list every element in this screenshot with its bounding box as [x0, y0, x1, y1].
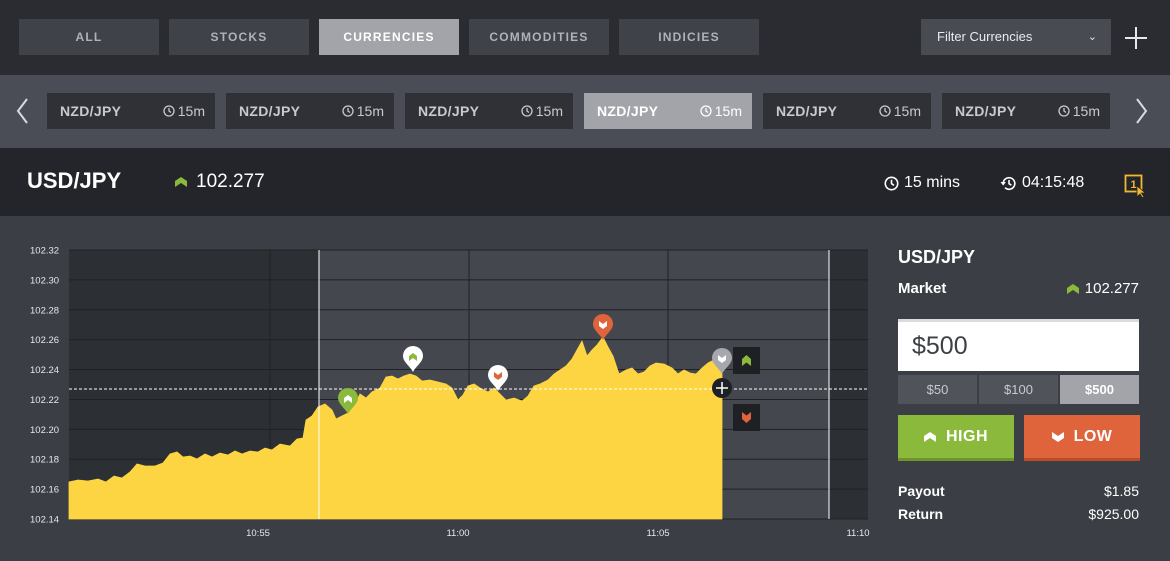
pair-tab[interactable]: NZD/JPY 15m — [226, 93, 394, 129]
payout-label: Payout — [898, 483, 945, 499]
clock-icon — [163, 105, 175, 117]
pair-expiry: 15m — [521, 93, 563, 129]
up-arrow-icon — [1066, 283, 1079, 294]
preset-100-button[interactable]: $100 — [979, 375, 1058, 404]
y-tick-label: 102.24 — [30, 365, 59, 376]
high-label: HIGH — [946, 427, 988, 445]
category-bar: ALL STOCKS CURRENCIES COMMODITIES INDICI… — [0, 0, 1170, 75]
pair-time: 15m — [177, 103, 205, 119]
pair-tab[interactable]: NZD/JPY 15m — [405, 93, 573, 129]
pair-name: NZD/JPY — [239, 103, 301, 119]
tab-all[interactable]: ALL — [19, 19, 159, 55]
pair-name: NZD/JPY — [60, 103, 122, 119]
chevron-left-icon[interactable] — [8, 93, 38, 129]
x-tick-label: 11:00 — [446, 528, 469, 539]
pair-tab-active[interactable]: NZD/JPY 15m — [584, 93, 752, 129]
chevron-right-icon[interactable] — [1126, 93, 1156, 129]
pair-time: 15m — [714, 103, 742, 119]
countdown: 04:15:48 — [1000, 174, 1084, 192]
pair-expiry: 15m — [342, 93, 384, 129]
return-value: $925.00 — [1088, 506, 1139, 522]
y-tick-label: 102.18 — [30, 455, 59, 466]
expiry-duration: 15 mins — [884, 174, 960, 192]
instrument-header: USD/JPY 102.277 15 mins 04:15:48 1 — [0, 148, 1170, 216]
return-label: Return — [898, 506, 944, 522]
expiry-duration-value: 15 mins — [904, 174, 961, 191]
y-tick-label: 102.28 — [30, 305, 59, 316]
pair-name: NZD/JPY — [418, 103, 480, 119]
x-tick-label: 11:10 — [846, 528, 869, 539]
clock-icon — [884, 176, 899, 190]
price-chart[interactable]: 102.32 102.30 102.28 102.26 102.24 102.22 102.… — [0, 216, 880, 561]
low-button[interactable]: LOW — [1024, 415, 1140, 461]
y-axis-labels: 102.32 102.30 102.28 102.26 102.24 102.22 102.… — [30, 246, 59, 526]
tab-currencies[interactable]: CURRENCIES — [319, 19, 459, 55]
pair-time: 15m — [356, 103, 384, 119]
trade-panel: USD/JPY Market 102.277 $50 $100 $500 HIG… — [898, 216, 1140, 561]
chevron-down-icon: ⌄ — [1087, 31, 1097, 43]
badge-number: 1 — [1130, 179, 1136, 191]
pair-name: NZD/JPY — [776, 103, 838, 119]
clock-icon — [342, 105, 354, 117]
pair-strip: NZD/JPY 15m NZD/JPY 15m NZD/JPY 15m NZD/… — [0, 75, 1170, 148]
y-tick-label: 102.30 — [30, 275, 59, 286]
filter-label: Filter Currencies — [937, 29, 1033, 44]
pair-time: 15m — [1072, 103, 1100, 119]
clock-icon — [1058, 105, 1070, 117]
current-price-crosshair[interactable] — [712, 378, 732, 398]
tab-commodities[interactable]: COMMODITIES — [469, 19, 609, 55]
y-tick-label: 102.26 — [30, 335, 59, 346]
payout-value: $1.85 — [1103, 483, 1139, 499]
pair-tab[interactable]: NZD/JPY 15m — [763, 93, 931, 129]
chart-low-button[interactable] — [733, 404, 760, 431]
pair-name: NZD/JPY — [597, 103, 659, 119]
market-price: 102.277 — [1066, 280, 1139, 297]
countdown-value: 04:15:48 — [1022, 174, 1085, 191]
clock-icon — [879, 105, 891, 117]
pair-time: 15m — [893, 103, 921, 119]
instrument-price: 102.277 — [175, 171, 265, 193]
down-arrow-icon — [1051, 431, 1064, 442]
up-arrow-icon — [924, 431, 936, 442]
y-tick-label: 102.16 — [30, 485, 59, 496]
high-button[interactable]: HIGH — [898, 415, 1014, 461]
market-label: Market — [898, 280, 947, 297]
pair-expiry: 15m — [1058, 93, 1100, 129]
x-axis-labels: 10:55 11:00 11:05 11:10 — [246, 528, 869, 539]
one-click-trade-icon[interactable]: 1 — [1124, 174, 1147, 199]
tab-indicies[interactable]: INDICIES — [619, 19, 759, 55]
pair-expiry: 15m — [879, 93, 921, 129]
pair-expiry: 15m — [163, 93, 205, 129]
amount-input[interactable] — [898, 319, 1139, 371]
filter-currencies-dropdown[interactable]: Filter Currencies ⌄ — [921, 19, 1111, 55]
panel-symbol: USD/JPY — [898, 247, 976, 267]
x-tick-label: 10:55 — [246, 528, 270, 539]
x-tick-label: 11:05 — [646, 528, 669, 539]
history-icon — [1000, 176, 1016, 190]
up-arrow-icon — [175, 177, 187, 187]
instrument-symbol: USD/JPY — [27, 168, 122, 193]
pair-tab[interactable]: NZD/JPY 15m — [942, 93, 1110, 129]
preset-500-button[interactable]: $500 — [1060, 375, 1139, 404]
market-price-value: 102.277 — [1084, 280, 1139, 297]
clock-icon — [521, 105, 533, 117]
preset-50-button[interactable]: $50 — [898, 375, 977, 404]
low-label: LOW — [1073, 427, 1113, 445]
instrument-price-value: 102.277 — [196, 171, 265, 192]
pair-tab[interactable]: NZD/JPY 15m — [47, 93, 215, 129]
pair-expiry: 15m — [700, 93, 742, 129]
y-tick-label: 102.22 — [30, 395, 59, 406]
chart-high-button[interactable] — [733, 347, 760, 374]
y-tick-label: 102.32 — [30, 246, 59, 257]
tab-stocks[interactable]: STOCKS — [169, 19, 309, 55]
trading-app: ALL STOCKS CURRENCIES COMMODITIES INDICI… — [0, 0, 1170, 561]
clock-icon — [700, 105, 712, 117]
add-icon[interactable] — [1122, 24, 1150, 52]
y-tick-label: 102.20 — [30, 425, 59, 436]
pair-name: NZD/JPY — [955, 103, 1017, 119]
pair-time: 15m — [535, 103, 563, 119]
y-tick-label: 102.14 — [30, 515, 59, 526]
